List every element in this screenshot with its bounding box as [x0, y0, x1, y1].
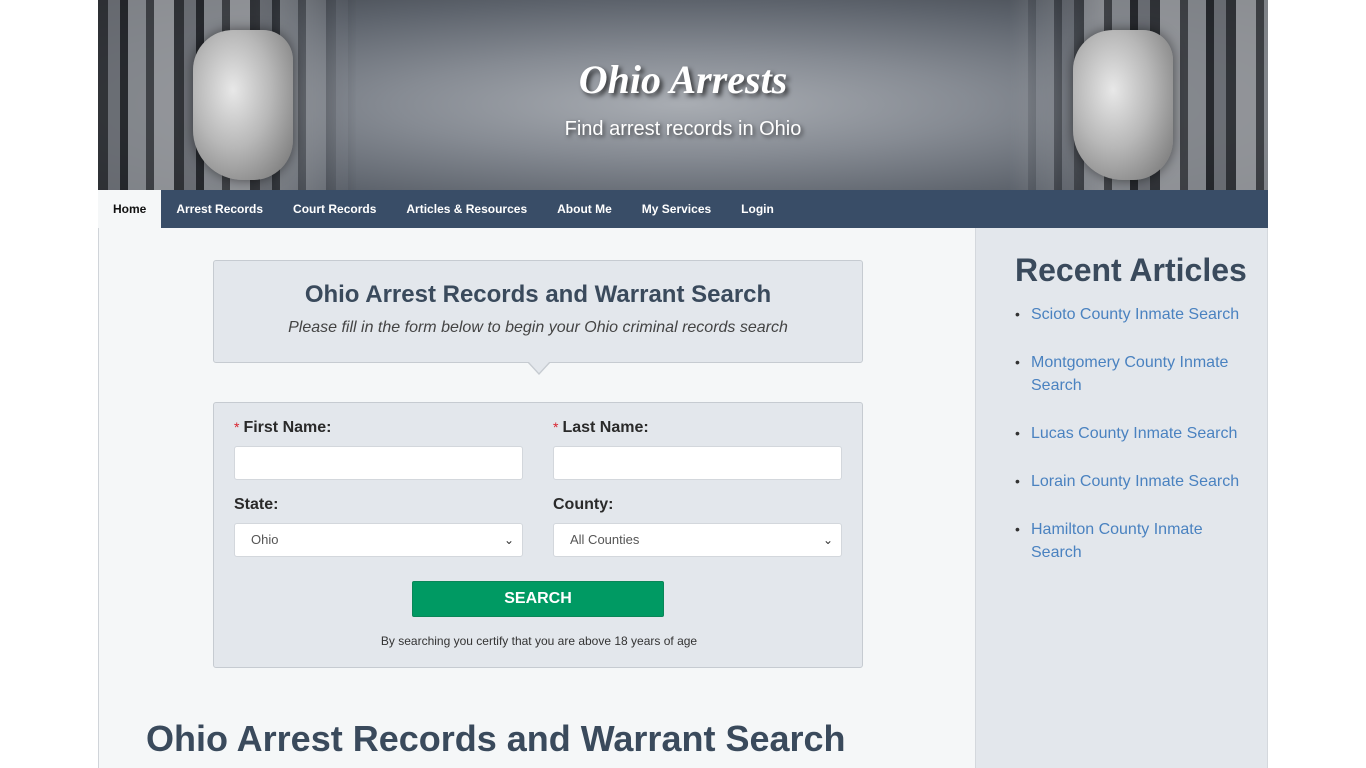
- bullet-icon: •: [1015, 521, 1020, 537]
- search-panel-subtitle: Please fill in the form below to begin y…: [288, 319, 788, 336]
- site-title[interactable]: Ohio Arrests: [98, 56, 1268, 103]
- list-item: • Lucas County Inmate Search: [1015, 422, 1255, 445]
- county-label: County:: [553, 496, 614, 513]
- state-field-group: State: Ohio ⌄: [234, 496, 523, 557]
- chevron-down-icon: ⌄: [503, 533, 514, 547]
- chevron-down-icon: ⌄: [822, 533, 833, 547]
- page: Ohio Arrests Find arrest records in Ohio…: [98, 0, 1268, 768]
- article-link-montgomery[interactable]: Montgomery County Inmate Search: [1031, 354, 1228, 394]
- first-name-field-group: * First Name:: [234, 419, 523, 480]
- page-heading: Ohio Arrest Records and Warrant Search: [146, 718, 846, 759]
- article-link-lucas[interactable]: Lucas County Inmate Search: [1031, 425, 1237, 442]
- state-select[interactable]: Ohio ⌄: [234, 523, 523, 557]
- list-item: • Lorain County Inmate Search: [1015, 470, 1255, 493]
- nav-about-me[interactable]: About Me: [542, 190, 627, 228]
- nav-my-services[interactable]: My Services: [627, 190, 726, 228]
- nav-login[interactable]: Login: [726, 190, 789, 228]
- bullet-icon: •: [1015, 306, 1020, 322]
- list-item: • Hamilton County Inmate Search: [1015, 518, 1255, 564]
- search-intro-box: Ohio Arrest Records and Warrant Search P…: [213, 260, 863, 375]
- last-name-field-group: * Last Name:: [553, 419, 842, 480]
- recent-articles-title: Recent Articles: [1015, 252, 1247, 288]
- age-disclaimer: By searching you certify that you are ab…: [380, 634, 698, 648]
- nav-arrest-records[interactable]: Arrest Records: [161, 190, 278, 228]
- main-content: Ohio Arrest Records and Warrant Search P…: [98, 228, 975, 768]
- search-button[interactable]: SEARCH: [412, 581, 664, 617]
- bullet-icon: •: [1015, 354, 1020, 370]
- list-item: • Scioto County Inmate Search: [1015, 303, 1255, 326]
- recent-articles-list: • Scioto County Inmate Search • Montgomery…: [1015, 303, 1255, 589]
- article-link-scioto[interactable]: Scioto County Inmate Search: [1031, 306, 1239, 323]
- state-label: State:: [234, 496, 279, 513]
- site-header: Ohio Arrests Find arrest records in Ohio: [98, 0, 1268, 190]
- last-name-input[interactable]: [553, 446, 842, 480]
- last-name-label: * Last Name:: [553, 419, 649, 436]
- list-item: • Montgomery County Inmate Search: [1015, 351, 1255, 397]
- nav-court-records[interactable]: Court Records: [278, 190, 391, 228]
- article-link-lorain[interactable]: Lorain County Inmate Search: [1031, 473, 1239, 490]
- site-tagline: Find arrest records in Ohio: [564, 118, 802, 140]
- hand-gripping-bars-left-image: [193, 30, 293, 180]
- search-form: * First Name: * Last Name: State: Ohio ⌄ C…: [213, 402, 863, 668]
- required-marker: *: [553, 419, 559, 435]
- bullet-icon: •: [1015, 473, 1020, 489]
- sidebar: Recent Articles • Scioto County Inmate Se…: [975, 228, 1268, 768]
- main-nav: Home Arrest Records Court Records Articl…: [98, 190, 1268, 228]
- first-name-input[interactable]: [234, 446, 523, 480]
- nav-articles-resources[interactable]: Articles & Resources: [391, 190, 542, 228]
- first-name-label: * First Name:: [234, 419, 332, 436]
- county-select[interactable]: All Counties ⌄: [553, 523, 842, 557]
- county-selected-value: All Counties: [570, 532, 640, 547]
- hand-gripping-bars-right-image: [1073, 30, 1173, 180]
- county-field-group: County: All Counties ⌄: [553, 496, 842, 557]
- state-selected-value: Ohio: [251, 532, 279, 547]
- nav-home[interactable]: Home: [98, 190, 162, 228]
- required-marker: *: [234, 419, 240, 435]
- bullet-icon: •: [1015, 425, 1020, 441]
- search-panel-title: Ohio Arrest Records and Warrant Search: [304, 281, 772, 308]
- article-link-hamilton[interactable]: Hamilton County Inmate Search: [1031, 521, 1203, 561]
